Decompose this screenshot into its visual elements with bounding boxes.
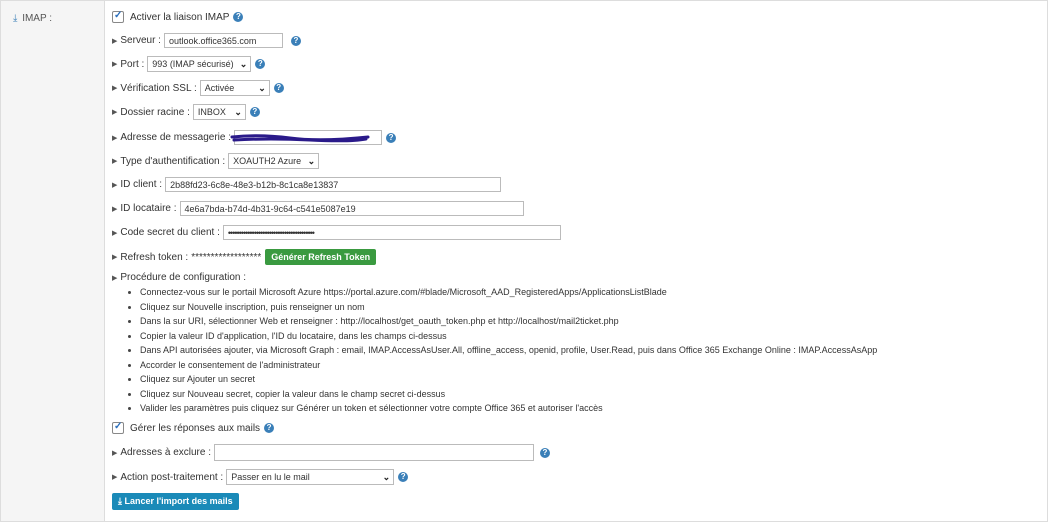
list-item: Cliquez sur Nouveau secret, copier la va… — [128, 387, 877, 402]
exclude-label: Adresses à exclure : — [120, 447, 211, 458]
download-icon: ⤓ — [13, 13, 18, 24]
chevron-down-icon: ⌄ — [234, 106, 242, 117]
port-select[interactable]: 993 (IMAP sécurisé) ⌄ — [147, 56, 252, 72]
caret-right-icon: ▶ — [112, 61, 118, 68]
tenant-id-input[interactable]: 4e6a7bda-b74d-4b31-9c64-c541e5087e19 — [179, 201, 524, 216]
replies-row: Gérer les réponses aux mails ? — [112, 421, 275, 434]
list-item: Cliquez sur Ajouter un secret — [128, 372, 877, 387]
list-item: Cliquez sur Nouvelle inscription, puis r… — [128, 300, 877, 315]
root-folder-label: Dossier racine : — [120, 106, 190, 118]
caret-right-icon: ▶ — [112, 37, 118, 45]
help-icon[interactable]: ? — [249, 107, 260, 117]
client-id-input[interactable]: 2b88fd23-6c8e-48e3-b12b-8c1ca8e13837 — [165, 177, 502, 192]
refresh-token-value: ****************** — [191, 251, 262, 263]
root-folder-value: INBOX — [197, 107, 226, 117]
chevron-down-icon: ⌄ — [307, 155, 316, 166]
auth-type-select[interactable]: XOAUTH2 Azure ⌄ — [228, 153, 320, 169]
post-action-label: Action post-traitement : — [120, 471, 224, 483]
caret-right-icon: ▶ — [112, 274, 118, 282]
auth-type-value: XOAUTH2 Azure — [233, 156, 302, 166]
port-value: 993 (IMAP sécurisé) — [152, 59, 234, 69]
client-secret-label: Code secret du client : — [120, 227, 220, 238]
help-icon[interactable]: ? — [398, 472, 409, 482]
auth-type-label: Type d'authentification : — [120, 155, 226, 167]
port-row: ▶ Port : 993 (IMAP sécurisé) ⌄ ? — [112, 56, 266, 72]
list-item: Dans la sur URI, sélectionner Web et ren… — [128, 314, 877, 329]
server-row: ▶ Serveur : outlook.office365.com ? — [112, 33, 301, 48]
caret-right-icon: ▶ — [112, 158, 118, 165]
list-item: Connectez-vous sur le portail Microsoft … — [128, 285, 877, 300]
help-icon[interactable]: ? — [264, 423, 275, 433]
launch-import-label: Lancer l'import des mails — [124, 496, 233, 506]
chevron-down-icon: ⌄ — [258, 82, 266, 93]
procedure-steps-list: Connectez-vous sur le portail Microsoft … — [128, 285, 877, 416]
help-icon[interactable]: ? — [540, 447, 550, 458]
imap-enable-row: Activer la liaison IMAP ? — [112, 10, 244, 23]
refresh-token-row: ▶ Refresh token : ****************** Gén… — [112, 249, 377, 265]
help-icon[interactable]: ? — [386, 132, 397, 143]
caret-right-icon: ▶ — [112, 474, 118, 481]
help-icon[interactable]: ? — [233, 12, 244, 22]
imap-enable-checkbox[interactable] — [112, 10, 124, 23]
section-title: ⤓ IMAP : — [13, 13, 52, 24]
caret-right-icon: ▶ — [112, 229, 118, 237]
caret-right-icon: ▶ — [112, 134, 118, 142]
port-label: Port : — [120, 58, 145, 70]
ssl-value: Activée — [204, 83, 235, 93]
tenant-id-label: ID locataire : — [120, 203, 177, 214]
caret-right-icon: ▶ — [112, 181, 118, 189]
auth-type-row: ▶ Type d'authentification : XOAUTH2 Azur… — [112, 153, 320, 169]
exclude-row: ▶ Adresses à exclure : ? — [112, 444, 550, 461]
chevron-down-icon: ⌄ — [382, 471, 391, 482]
email-label: Adresse de messagerie : — [120, 132, 232, 143]
caret-right-icon: ▶ — [112, 85, 118, 92]
caret-right-icon: ▶ — [112, 109, 118, 116]
list-item: Valider les paramètres puis cliquez sur … — [128, 401, 877, 416]
replies-checkbox[interactable] — [112, 421, 124, 434]
server-label: Serveur : — [120, 35, 161, 46]
generate-refresh-token-button[interactable]: Générer Refresh Token — [265, 249, 377, 265]
replies-label: Gérer les réponses aux mails — [130, 422, 261, 434]
chevron-down-icon: ⌄ — [239, 58, 248, 69]
help-icon[interactable]: ? — [273, 83, 284, 93]
section-title-text: IMAP : — [22, 13, 53, 24]
client-secret-row: ▶ Code secret du client : ••••••••••••••… — [112, 225, 561, 240]
caret-right-icon: ▶ — [112, 449, 118, 457]
redaction-scribble — [230, 134, 370, 143]
post-action-select[interactable]: Passer en lu le mail ⌄ — [226, 469, 395, 485]
root-folder-select[interactable]: INBOX ⌄ — [192, 104, 246, 120]
procedure-label: Procédure de configuration : — [120, 272, 247, 283]
caret-right-icon: ▶ — [112, 254, 118, 261]
client-id-row: ▶ ID client : 2b88fd23-6c8e-48e3-b12b-8c… — [112, 177, 502, 192]
download-icon: ⤓ — [118, 496, 122, 506]
refresh-token-label: Refresh token : — [120, 251, 189, 263]
ssl-label: Vérification SSL : — [120, 82, 197, 94]
list-item: Dans API autorisées ajouter, via Microso… — [128, 343, 877, 358]
caret-right-icon: ▶ — [112, 205, 118, 213]
section-label-column: ⤓ IMAP : — [1, 1, 105, 521]
ssl-select[interactable]: Activée ⌄ — [199, 80, 270, 96]
ssl-row: ▶ Vérification SSL : Activée ⌄ ? — [112, 80, 284, 96]
post-action-value: Passer en lu le mail — [231, 472, 310, 482]
help-icon[interactable]: ? — [255, 59, 266, 69]
list-item: Copier la valeur ID d'application, l'ID … — [128, 329, 877, 344]
root-folder-row: ▶ Dossier racine : INBOX ⌄ ? — [112, 104, 260, 120]
client-id-label: ID client : — [120, 179, 163, 190]
help-icon[interactable]: ? — [290, 35, 301, 46]
post-action-row: ▶ Action post-traitement : Passer en lu … — [112, 469, 409, 485]
list-item: Accorder le consentement de l'administra… — [128, 358, 877, 373]
procedure-row: ▶ Procédure de configuration : — [112, 272, 246, 283]
tenant-id-row: ▶ ID locataire : 4e6a7bda-b74d-4b31-9c64… — [112, 201, 524, 216]
imap-enable-label: Activer la liaison IMAP — [130, 11, 230, 23]
exclude-input[interactable] — [214, 444, 534, 461]
server-input[interactable]: outlook.office365.com — [163, 33, 283, 48]
launch-import-button[interactable]: ⤓ Lancer l'import des mails — [112, 493, 239, 510]
client-secret-input[interactable]: •••••••••••••••••••••••••••••••••••••••• — [222, 225, 561, 240]
